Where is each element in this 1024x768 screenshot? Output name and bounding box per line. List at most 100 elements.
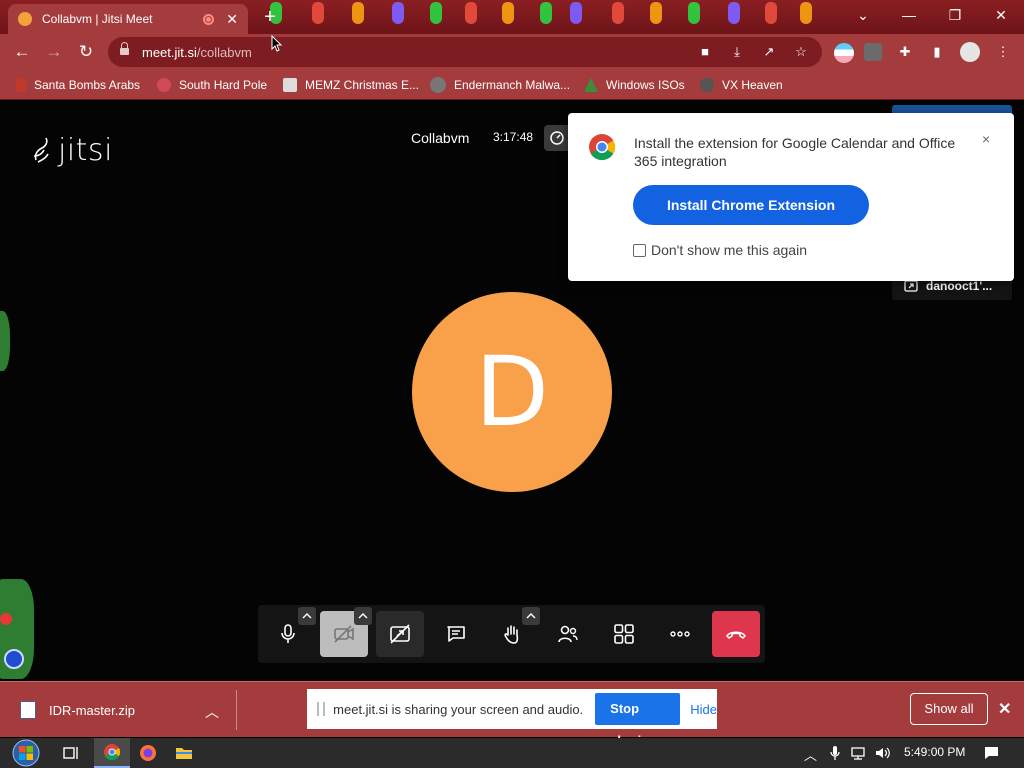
install-extension-button[interactable]: Install Chrome Extension bbox=[633, 185, 869, 225]
tray-microphone-icon[interactable] bbox=[830, 745, 840, 764]
chrome-icon bbox=[104, 744, 121, 761]
audio-options-button[interactable] bbox=[298, 607, 316, 625]
restore-button[interactable]: ❐ bbox=[932, 0, 978, 30]
install-app-icon[interactable]: ⤓ bbox=[728, 44, 746, 60]
bookmark-star-icon[interactable]: ☆ bbox=[792, 44, 810, 60]
participants-button[interactable] bbox=[544, 611, 592, 657]
meeting-duration: 3:17:48 bbox=[493, 130, 534, 144]
bookmark-item[interactable]: Endermanch Malwa... bbox=[430, 76, 570, 94]
christmas-tree-decoration bbox=[0, 311, 10, 371]
divider bbox=[236, 690, 237, 730]
firefox-icon bbox=[140, 745, 156, 761]
performance-settings-button[interactable] bbox=[544, 125, 570, 151]
screen: Collabvm | Jitsi Meet ✕ + ⌄ — ❐ ✕ ← → ↻ … bbox=[0, 0, 1024, 768]
tray-volume-icon[interactable] bbox=[874, 745, 892, 764]
minimize-button[interactable]: — bbox=[886, 0, 932, 30]
notification-center-icon[interactable] bbox=[982, 745, 1000, 764]
download-options-chevron-icon[interactable]: ︿ bbox=[205, 702, 219, 722]
more-icon bbox=[670, 631, 690, 637]
taskbar-file-explorer[interactable] bbox=[166, 738, 202, 768]
chat-button[interactable] bbox=[432, 611, 480, 657]
extension-popup: Install the extension for Google Calenda… bbox=[568, 113, 1014, 281]
taskbar-clock[interactable]: 5:49:00 PM bbox=[904, 745, 965, 759]
bookmark-item[interactable]: South Hard Pole bbox=[157, 76, 267, 94]
meeting-toolbox bbox=[258, 605, 765, 663]
jitsi-logo: jitsi bbox=[32, 133, 113, 168]
tab-close-icon[interactable]: ✕ bbox=[226, 11, 238, 28]
popup-close-icon[interactable]: × bbox=[982, 131, 990, 147]
stop-sharing-button[interactable]: Stop sharing bbox=[595, 693, 681, 748]
meeting-name: Collabvm bbox=[411, 130, 470, 146]
taskbar-firefox[interactable] bbox=[130, 738, 166, 768]
zip-file-icon bbox=[20, 701, 36, 719]
drag-handle-icon[interactable] bbox=[317, 702, 326, 716]
back-button[interactable]: ← bbox=[10, 40, 34, 64]
bookmarks-bar: Santa Bombs Arabs South Hard Pole MEMZ C… bbox=[0, 70, 1024, 100]
download-item[interactable]: IDR-master.zip bbox=[20, 701, 135, 719]
download-filename: IDR-master.zip bbox=[49, 702, 135, 718]
screenshare-button[interactable] bbox=[376, 611, 424, 657]
leave-meeting-button[interactable] bbox=[712, 611, 760, 657]
speedometer-icon bbox=[550, 131, 564, 145]
show-all-button[interactable]: Show all bbox=[910, 693, 988, 725]
screen-share-status-icon bbox=[904, 280, 918, 292]
new-tab-button[interactable]: + bbox=[258, 6, 282, 29]
checkbox-icon[interactable] bbox=[633, 243, 646, 257]
share-icon[interactable]: ↗ bbox=[760, 44, 778, 60]
chat-icon bbox=[447, 626, 465, 642]
menu-dots-icon[interactable]: ⋮ bbox=[994, 44, 1012, 60]
profile-avatar-icon[interactable] bbox=[960, 42, 980, 62]
reactions-options-button[interactable] bbox=[522, 607, 540, 625]
windows-taskbar: ︿ 5:49:00 PM bbox=[0, 738, 1024, 768]
task-view-button[interactable] bbox=[54, 738, 90, 768]
tray-overflow-icon[interactable]: ︿ bbox=[804, 745, 817, 764]
recording-indicator-icon bbox=[203, 13, 215, 25]
camera-off-icon bbox=[334, 625, 354, 643]
tile-view-icon bbox=[614, 624, 634, 644]
lock-icon[interactable] bbox=[120, 42, 129, 57]
chevron-up-icon bbox=[302, 613, 312, 619]
bookmark-item[interactable]: Santa Bombs Arabs bbox=[16, 76, 140, 94]
extension-flag-icon[interactable] bbox=[834, 43, 854, 63]
windows-start-icon[interactable] bbox=[8, 738, 44, 768]
close-window-button[interactable]: ✕ bbox=[978, 0, 1024, 30]
tab-search-icon[interactable]: ⌄ bbox=[840, 0, 886, 30]
taskbar-chrome[interactable] bbox=[94, 738, 130, 768]
url-text: meet.jit.si/collabvm bbox=[142, 45, 252, 60]
tab-collabvm[interactable]: Collabvm | Jitsi Meet ✕ bbox=[8, 4, 248, 34]
close-download-bar-icon[interactable]: ✕ bbox=[998, 699, 1011, 719]
tray-network-icon[interactable] bbox=[850, 745, 868, 764]
extension-s-icon[interactable] bbox=[864, 43, 882, 61]
side-panel-icon[interactable]: ▮ bbox=[928, 44, 946, 60]
more-actions-button[interactable] bbox=[656, 611, 704, 657]
bookmark-item[interactable]: MEMZ Christmas E... bbox=[283, 76, 419, 94]
camera-in-use-icon[interactable]: ■ bbox=[696, 44, 714, 60]
tile-view-button[interactable] bbox=[600, 611, 648, 657]
reload-button[interactable]: ↻ bbox=[74, 40, 98, 64]
chevron-up-icon bbox=[526, 613, 536, 619]
participant-avatar: D bbox=[412, 292, 612, 492]
task-view-icon bbox=[63, 747, 78, 759]
address-bar[interactable]: meet.jit.si/collabvm ■ ⤓ ↗ ☆ bbox=[108, 37, 822, 67]
bookmark-item[interactable]: VX Heaven bbox=[700, 76, 783, 94]
extensions-puzzle-icon[interactable]: ✚ bbox=[896, 44, 914, 60]
microphone-icon bbox=[281, 624, 295, 643]
tab-title: Collabvm | Jitsi Meet bbox=[42, 12, 153, 26]
ornament-icon bbox=[0, 613, 12, 625]
chevron-up-icon bbox=[358, 613, 368, 619]
memz-icon bbox=[283, 78, 297, 92]
christmas-lights-decoration bbox=[240, 0, 840, 34]
video-options-button[interactable] bbox=[354, 607, 372, 625]
endermanch-icon bbox=[430, 77, 446, 93]
snowflake-icon bbox=[157, 78, 171, 92]
share-message: meet.jit.si is sharing your screen and a… bbox=[333, 701, 584, 717]
bookmark-item[interactable]: Windows ISOs bbox=[584, 76, 685, 94]
forward-button[interactable]: → bbox=[42, 40, 66, 64]
hide-button[interactable]: Hide bbox=[690, 702, 717, 717]
vx-heaven-icon bbox=[700, 78, 714, 92]
reindeer-icon bbox=[16, 78, 26, 92]
tab-strip: Collabvm | Jitsi Meet ✕ + ⌄ — ❐ ✕ bbox=[0, 0, 1024, 34]
mouse-cursor-icon bbox=[271, 35, 283, 52]
dont-show-again-checkbox[interactable]: Don't show me this again bbox=[633, 242, 807, 258]
popup-message: Install the extension for Google Calenda… bbox=[634, 135, 956, 169]
